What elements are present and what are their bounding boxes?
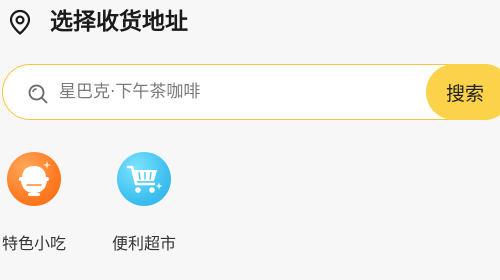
header: 选择收货地址 xyxy=(0,0,500,46)
search-button[interactable]: 搜索 xyxy=(426,64,500,120)
shopping-cart-icon xyxy=(117,152,171,206)
search-icon xyxy=(27,83,49,105)
page-title: 选择收货地址 xyxy=(50,9,188,35)
category-convenience-store[interactable]: 便利超市 xyxy=(99,152,189,262)
rice-bowl-icon xyxy=(7,152,61,206)
category-snacks[interactable]: 特色小吃 xyxy=(0,152,79,262)
category-label: 便利超市 xyxy=(111,234,176,253)
category-label: 特色小吃 xyxy=(1,234,66,253)
search-input[interactable] xyxy=(59,77,409,107)
location-pin-icon[interactable] xyxy=(7,9,33,35)
